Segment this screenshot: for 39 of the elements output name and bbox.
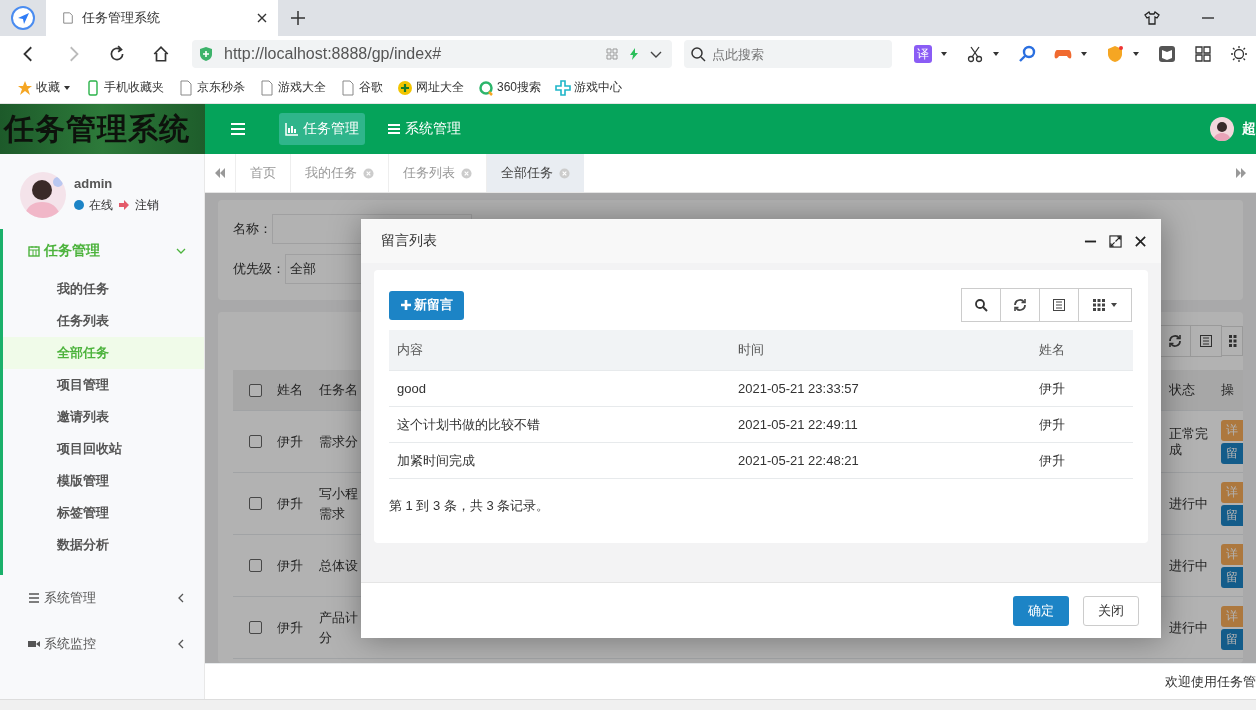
table-cell-text: good [396, 381, 427, 396]
column-header: 姓名 [277, 381, 304, 399]
table-cell-text: 加紧时间完成 [396, 451, 476, 470]
table-cell-text: 需求分 [319, 432, 359, 451]
table-cell-text: 2021-05-21 22:49:11 [738, 417, 859, 432]
column-header: 姓名 [1039, 341, 1066, 359]
table-cell-text: 总体设 [319, 556, 359, 575]
status-text: 在线 [89, 196, 113, 214]
footer-text: 欢迎使用任务管 [1165, 672, 1256, 691]
field-label: 名称： [233, 220, 272, 238]
tab-title: 任务管理系统 [82, 9, 161, 27]
user-name: admin [74, 175, 114, 191]
table-cell-text: 这个计划书做的比较不错 [396, 415, 541, 434]
table-cell-text: 进行中 [1169, 619, 1209, 636]
table-cell-text: 2021-05-21 23:33:57 [738, 381, 860, 396]
table-cell-text: 伊升 [277, 494, 304, 513]
table-cell-text: 写小程 [319, 484, 359, 503]
table-cell-text: 伊升 [1039, 451, 1066, 470]
table-cell-text: 伊升 [1039, 379, 1066, 398]
table-cell-text: 需求 [319, 504, 346, 523]
table-cell-text: 伊升 [277, 556, 304, 575]
dialog-title: 留言列表 [381, 232, 437, 250]
table-cell-text: 进行中 [1169, 495, 1209, 512]
table-cell-text: 伊升 [1039, 415, 1066, 434]
field-label: 优先级： [233, 260, 285, 278]
column-header: 时间 [738, 341, 765, 359]
table-cell-text: 伊升 [277, 432, 304, 451]
table-cell-text: 2021-05-21 22:48:21 [738, 453, 860, 468]
table-cell-text: 产品计 [319, 608, 359, 627]
pagination-summary: 第 1 到 3 条，共 3 条记录。 [389, 497, 551, 515]
table-cell-text: 进行中 [1169, 557, 1209, 574]
table-cell-text: 分 [319, 628, 333, 647]
column-header: 状态 [1169, 382, 1196, 398]
column-header: 内容 [396, 341, 424, 359]
table-cell-text: 伊升 [277, 618, 304, 637]
table-cell-text: 正常完成 [1169, 425, 1209, 458]
column-header: 操 [1221, 381, 1235, 399]
column-header: 任务名 [319, 381, 359, 399]
logo: 任务管理系统 [0, 104, 205, 154]
